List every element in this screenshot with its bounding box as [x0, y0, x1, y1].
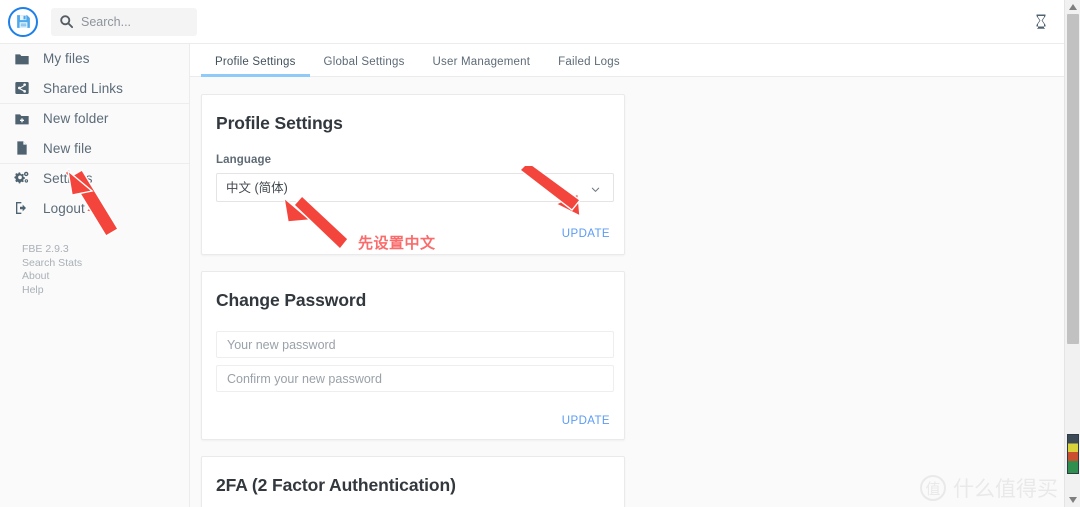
- sidebar-item-label: Shared Links: [43, 80, 123, 96]
- confirm-password-input[interactable]: [216, 365, 614, 392]
- app-version: FBE 2.9.3: [22, 243, 69, 255]
- change-password-card: Change Password UPDATE: [201, 271, 625, 440]
- settings-tabs: Profile Settings Global Settings User Ma…: [190, 44, 1064, 77]
- password-update-button[interactable]: UPDATE: [562, 415, 610, 427]
- caret-down-icon[interactable]: [1065, 493, 1080, 507]
- scrollbar-thumb[interactable]: [1067, 14, 1079, 344]
- sidebar-group-files: My files Shared Links: [0, 44, 189, 104]
- page-scrollbar[interactable]: [1064, 0, 1080, 507]
- gears-icon: [13, 170, 30, 187]
- language-select[interactable]: 中文 (简体): [216, 173, 614, 202]
- tab-user-management[interactable]: User Management: [419, 56, 545, 76]
- sidebar-item-label: My files: [43, 51, 90, 67]
- sidebar-item-new-file[interactable]: New file: [0, 134, 189, 164]
- sidebar-item-label: Settings: [43, 171, 93, 187]
- folder-icon: [13, 50, 30, 67]
- sidebar-footer: FBE 2.9.3 Search Stats About Help: [0, 223, 189, 297]
- language-select-wrap: 中文 (简体): [216, 173, 614, 202]
- new-file-icon: [13, 140, 30, 157]
- hourglass-icon[interactable]: [1032, 13, 1050, 31]
- twofa-card: 2FA (2 Factor Authentication): [201, 456, 625, 507]
- profile-settings-title: Profile Settings: [216, 113, 343, 133]
- sidebar-item-label: Logout: [43, 200, 85, 216]
- app-window: My files Shared Links: [0, 0, 1080, 507]
- top-bar: [0, 0, 1064, 44]
- search-box[interactable]: [51, 7, 197, 36]
- cards-column: Profile Settings Language 中文 (简体) UPDATE: [190, 77, 1064, 507]
- sidebar-group-create: New folder New file: [0, 104, 189, 164]
- sidebar-group-account: Settings Logout: [0, 164, 189, 223]
- password-card-actions: UPDATE: [216, 415, 610, 427]
- new-folder-icon: [13, 110, 30, 127]
- twofa-title: 2FA (2 Factor Authentication): [216, 475, 456, 495]
- main-content: Profile Settings Global Settings User Ma…: [190, 44, 1064, 507]
- scrollbar-marker: [1067, 434, 1079, 474]
- sidebar-item-logout[interactable]: Logout: [0, 194, 189, 224]
- sidebar-item-label: New folder: [43, 111, 109, 127]
- sidebar: My files Shared Links New folder New fil…: [0, 44, 190, 507]
- profile-settings-card: Profile Settings Language 中文 (简体) UPDATE: [201, 94, 625, 255]
- tab-failed-logs[interactable]: Failed Logs: [544, 56, 634, 76]
- sidebar-item-new-folder[interactable]: New folder: [0, 104, 189, 134]
- sidebar-item-my-files[interactable]: My files: [0, 44, 189, 74]
- sidebar-link-help[interactable]: Help: [22, 284, 189, 298]
- sidebar-item-shared-links[interactable]: Shared Links: [0, 74, 189, 104]
- tab-global-settings[interactable]: Global Settings: [310, 56, 419, 76]
- profile-card-actions: UPDATE: [216, 228, 610, 240]
- language-label: Language: [216, 154, 272, 166]
- sidebar-item-settings[interactable]: Settings: [0, 164, 189, 194]
- share-icon: [13, 80, 30, 97]
- sidebar-link-about[interactable]: About: [22, 270, 189, 284]
- change-password-title: Change Password: [216, 290, 367, 310]
- search-icon: [59, 14, 74, 29]
- tab-profile-settings[interactable]: Profile Settings: [201, 56, 310, 77]
- sidebar-item-label: New file: [43, 140, 92, 156]
- sidebar-link-search-stats[interactable]: Search Stats: [22, 257, 189, 271]
- caret-up-icon[interactable]: [1065, 0, 1080, 14]
- save-floppy-icon[interactable]: [8, 6, 38, 37]
- new-password-input[interactable]: [216, 331, 614, 358]
- logout-icon: [13, 200, 30, 217]
- search-input[interactable]: [81, 14, 181, 29]
- profile-update-button[interactable]: UPDATE: [562, 228, 610, 240]
